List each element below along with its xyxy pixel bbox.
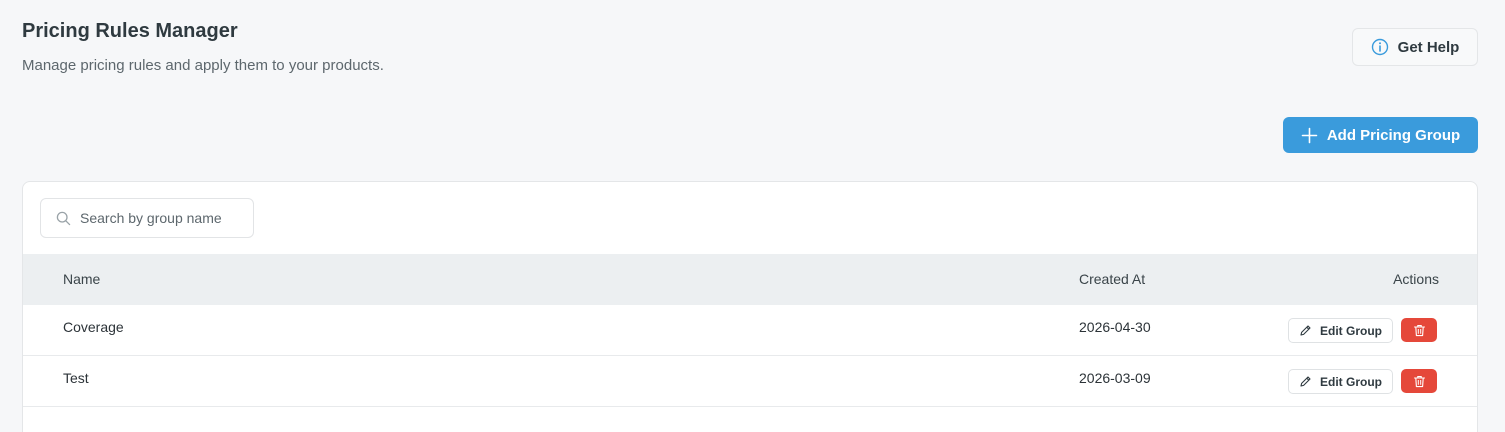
row-name: Coverage [63,319,124,335]
table-row: Test 2026-03-09 Edit Group [23,356,1477,407]
edit-group-button[interactable]: Edit Group [1288,318,1393,343]
delete-group-button[interactable] [1401,369,1437,393]
trash-icon [1413,324,1425,336]
info-circle-icon [1371,38,1388,56]
get-help-label: Get Help [1397,38,1460,56]
edit-group-label: Edit Group [1320,374,1382,389]
pricing-groups-card: Name Created At Actions Coverage 2026-04… [22,181,1478,432]
table-row: Coverage 2026-04-30 Edit Group [23,305,1477,356]
plus-icon [1301,127,1318,143]
delete-group-button[interactable] [1401,318,1437,342]
add-pricing-group-label: Add Pricing Group [1326,126,1461,144]
search-icon [56,211,71,226]
row-name: Test [63,370,89,386]
trash-icon [1413,375,1425,387]
pencil-icon [1300,325,1311,336]
column-header-created-at: Created At [1079,271,1146,287]
table-header: Name Created At Actions [23,254,1477,305]
add-pricing-group-button[interactable]: Add Pricing Group [1283,117,1478,153]
page-title: Pricing Rules Manager [22,20,238,42]
edit-group-button[interactable]: Edit Group [1288,369,1393,394]
edit-group-label: Edit Group [1320,323,1382,338]
column-header-name: Name [63,271,101,287]
column-header-actions: Actions [1393,271,1439,287]
search-box [40,198,254,238]
page-subtitle: Manage pricing rules and apply them to y… [22,57,384,74]
get-help-button[interactable]: Get Help [1352,28,1478,66]
search-input[interactable] [41,199,253,237]
pencil-icon [1300,376,1311,387]
row-created-at: 2026-04-30 [1079,319,1151,335]
page: Pricing Rules Manager Manage pricing rul… [0,0,1505,432]
row-created-at: 2026-03-09 [1079,370,1151,386]
